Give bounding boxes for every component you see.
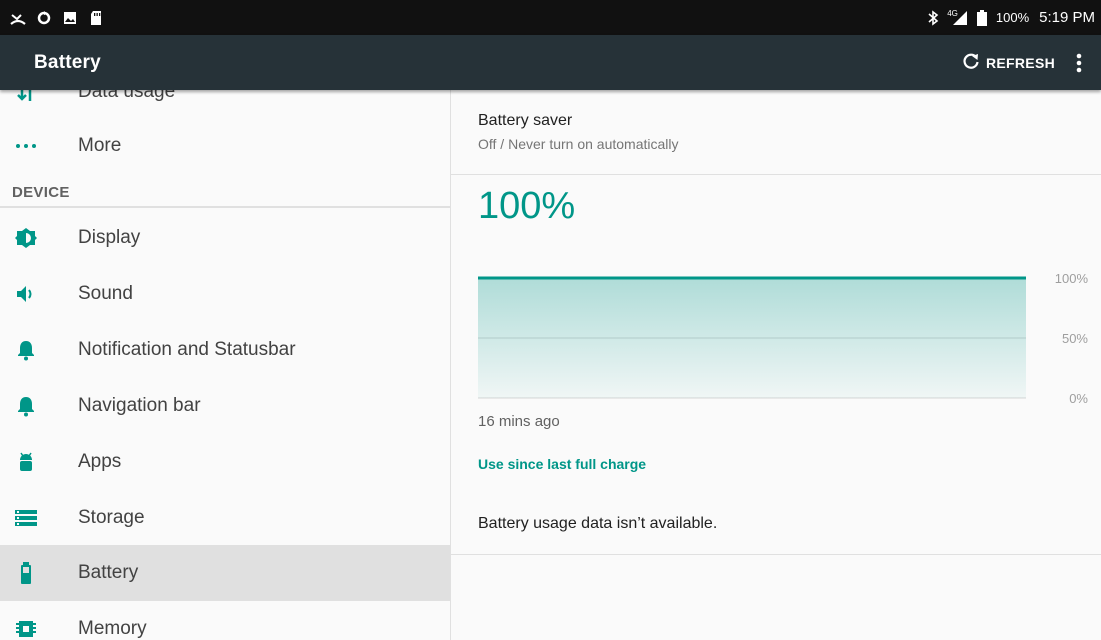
sidebar-item-label: Navigation bar [78,395,201,416]
sidebar-item-label: Memory [78,618,147,639]
status-bar: 4G 100% 5:19 PM [0,0,1101,35]
bell-icon [14,338,38,362]
notification-icons [10,10,104,26]
chart-area-fill [478,278,1026,398]
refresh-button[interactable]: REFRESH [962,52,1055,73]
pane-divider [450,90,451,640]
sidebar-item-more[interactable]: More [0,118,450,174]
battery-detail-pane: Battery saver Off / Never turn on automa… [451,90,1101,640]
battery-icon [14,561,38,585]
page-title: Battery [34,51,101,73]
sidebar-item-notification-statusbar[interactable]: Notification and Statusbar [0,322,450,378]
storage-icon [14,506,38,530]
sidebar-item-sound[interactable]: Sound [0,266,450,322]
sync-icon [36,10,52,26]
sidebar-item-label: Sound [78,283,133,304]
category-divider [0,206,450,208]
sidebar-item-label: More [78,135,122,156]
category-header-device: DEVICE [12,184,70,201]
chart-y-tick-label: 50% [1062,331,1088,346]
battery-percent: 100% [995,10,1030,25]
image-icon [62,10,78,26]
sidebar-item-navigation-bar[interactable]: Navigation bar [0,378,450,434]
signal-icon [952,10,968,26]
sidebar-item-label: Display [78,227,141,248]
overflow-menu-button[interactable] [1069,48,1089,78]
sidebar-item-label: Data usage [78,90,176,102]
chart-y-tick-label: 100% [1055,271,1089,286]
sidebar-item-label: Battery [78,562,139,583]
memory-icon [14,617,38,640]
app-bar: Battery REFRESH [0,35,1101,90]
bluetooth-icon [925,9,941,26]
no-usage-data-message: Battery usage data isn’t available. [478,515,718,532]
more-dots-icon [14,134,38,158]
system-status: 4G 100% 5:19 PM [925,0,1095,35]
sidebar-item-label: Apps [78,451,122,472]
missed-call-icon [10,10,26,26]
more-vert-icon [1076,53,1082,72]
sidebar-item-battery[interactable]: Battery [0,545,450,601]
divider [451,554,1101,555]
sidebar-item-storage[interactable]: Storage [0,490,450,546]
battery-history-chart: 100% 50% 0% [478,271,1089,406]
settings-sidebar: Data usage More DEVICE Display Sound Not… [0,90,450,640]
sidebar-item-apps[interactable]: Apps [0,434,450,490]
sidebar-item-display[interactable]: Display [0,210,450,266]
chart-y-tick-label: 0% [1069,391,1088,406]
data-usage-icon [14,90,38,104]
chart-start-label: 16 mins ago [478,413,560,430]
bell-icon [14,394,38,418]
use-since-full-charge-link[interactable]: Use since last full charge [478,456,646,472]
sidebar-item-label: Storage [78,507,145,528]
sidebar-item-data-usage[interactable]: Data usage [0,90,450,120]
refresh-icon [962,52,980,73]
battery-status-icon [974,9,990,26]
sidebar-item-label: Notification and Statusbar [78,339,296,360]
volume-icon [14,282,38,306]
refresh-label: REFRESH [986,54,1055,71]
android-icon [14,450,38,474]
clock: 5:19 PM [1039,9,1095,26]
sd-card-icon [88,10,104,26]
brightness-icon [14,226,38,250]
sidebar-item-memory[interactable]: Memory [0,601,450,640]
